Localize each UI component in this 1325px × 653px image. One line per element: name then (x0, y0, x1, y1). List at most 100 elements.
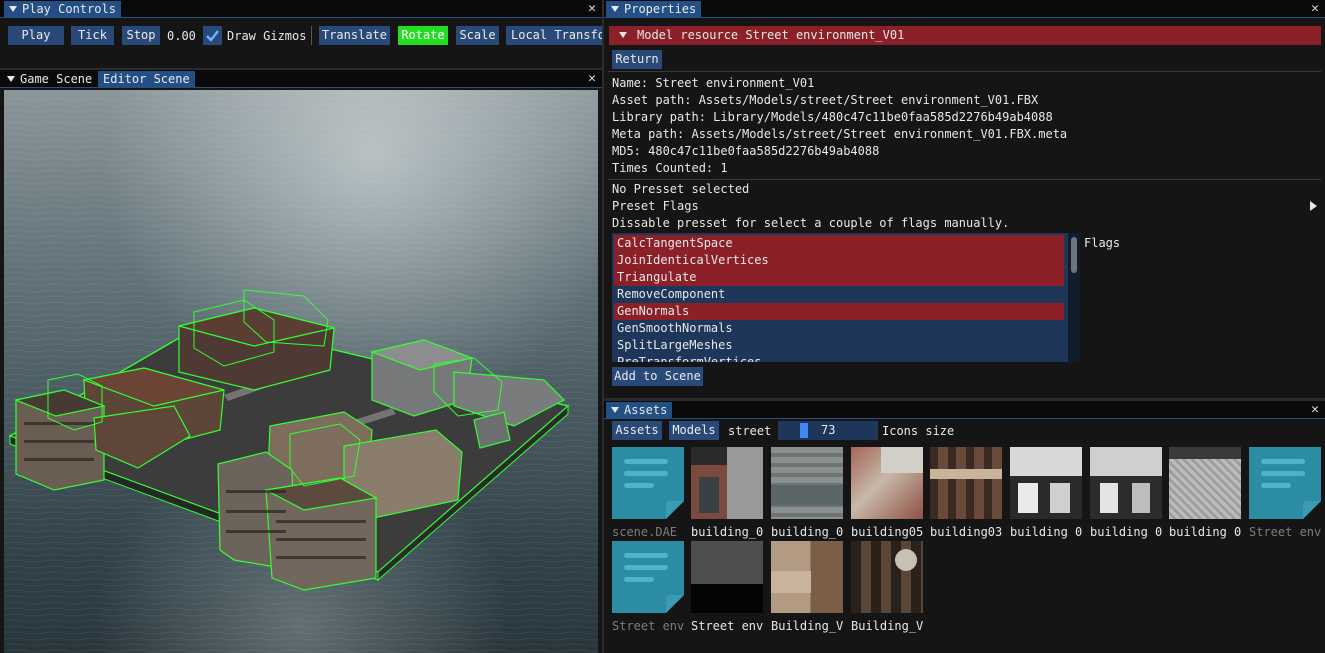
add-to-scene-button[interactable]: Add to Scene (612, 367, 703, 386)
asset-label: building03 (930, 525, 1003, 539)
play-button[interactable]: Play (8, 26, 64, 45)
asset-item[interactable]: Street env (1249, 447, 1325, 541)
breadcrumb-street: street (728, 424, 772, 438)
icon-size-slider-grab[interactable] (800, 423, 808, 438)
asset-item[interactable]: Building_V (851, 541, 929, 635)
texture-detail (771, 571, 811, 593)
model-resource-title: Model resource Street environment_V01 (637, 28, 905, 42)
texture-detail (771, 485, 843, 505)
flag-item[interactable]: PreTransformVertices (614, 354, 1064, 362)
horizontal-splitter[interactable] (604, 398, 1325, 401)
texture-detail (691, 447, 727, 465)
close-icon[interactable]: ✕ (1311, 401, 1319, 418)
tick-button[interactable]: Tick (71, 26, 114, 45)
draw-gizmos-label: Draw Gizmos (227, 29, 307, 43)
assets-tab[interactable]: Assets (606, 402, 673, 419)
icon-size-slider[interactable]: 73 (778, 421, 878, 440)
translate-button[interactable]: Translate (319, 26, 390, 45)
document-icon (612, 541, 684, 613)
asset-label: Street env (1249, 525, 1322, 539)
flag-item[interactable]: Triangulate (614, 269, 1064, 286)
play-controls-title: Play Controls (22, 2, 116, 16)
asset-label: building 0 (1010, 525, 1083, 539)
flags-scrollbar-thumb[interactable] (1071, 237, 1077, 273)
texture-thumbnail (1169, 447, 1241, 519)
flag-item[interactable]: JoinIdenticalVertices (614, 252, 1064, 269)
asset-item[interactable]: building05 (851, 447, 929, 541)
scene-panel: Game Scene Editor Scene ✕ (0, 70, 602, 653)
preset-flags-row[interactable]: Preset Flags (604, 197, 1325, 214)
texture-thumbnail (851, 447, 923, 519)
asset-label: building_0 (691, 525, 764, 539)
asset-item[interactable]: building_0 (691, 447, 769, 541)
asset-item[interactable]: building 0 (1169, 447, 1247, 541)
local-transform-button[interactable]: Local Transfo (506, 26, 602, 45)
collapse-arrow-icon[interactable] (611, 407, 619, 413)
close-icon[interactable]: ✕ (588, 0, 596, 17)
breadcrumb-assets[interactable]: Assets (612, 421, 662, 440)
scale-button[interactable]: Scale (456, 26, 499, 45)
document-icon (612, 447, 684, 519)
tab-editor-scene[interactable]: Editor Scene (98, 71, 195, 88)
separator (608, 71, 1321, 72)
texture-thumbnail (691, 447, 763, 519)
asset-label: Building_V (771, 619, 844, 633)
flag-item[interactable]: SplitLargeMeshes (614, 337, 1064, 354)
expand-arrow-icon[interactable] (1310, 201, 1317, 211)
asset-item[interactable]: Street env (691, 541, 769, 635)
tab-game-scene[interactable]: Game Scene (2, 71, 97, 88)
asset-item[interactable]: building03 (930, 447, 1008, 541)
properties-title: Properties (624, 2, 697, 16)
asset-item[interactable]: building 0 (1090, 447, 1168, 541)
horizontal-splitter[interactable] (0, 68, 602, 70)
dissable-preset-hint: Dissable presset for select a couple of … (612, 216, 1010, 230)
assets-title: Assets (624, 403, 668, 417)
info-meta-path: Meta path: Assets/Models/street/Street e… (612, 127, 1068, 141)
asset-item[interactable]: building_0 (771, 447, 849, 541)
editor-viewport[interactable] (4, 90, 598, 653)
asset-item[interactable]: building 0 (1010, 447, 1088, 541)
info-asset-path: Asset path: Assets/Models/street/Street … (612, 93, 1039, 107)
texture-thumbnail (851, 541, 923, 613)
asset-item[interactable]: scene.DAE (612, 447, 690, 541)
texture-thumbnail (930, 447, 1002, 519)
flags-listbox[interactable]: CalcTangentSpace JoinIdenticalVertices T… (612, 233, 1080, 362)
flag-item[interactable]: CalcTangentSpace (614, 235, 1064, 252)
flag-item[interactable]: GenNormals (614, 303, 1064, 320)
collapse-arrow-icon[interactable] (7, 76, 15, 82)
collapse-arrow-icon[interactable] (611, 6, 619, 12)
asset-item[interactable]: Building_V (771, 541, 849, 635)
time-readout: 0.00 (167, 29, 196, 43)
texture-thumbnail (1010, 447, 1082, 519)
vertical-splitter[interactable] (602, 0, 604, 653)
flag-item[interactable]: GenSmoothNormals (614, 320, 1064, 337)
info-md5: MD5: 480c47c11be0faa585d2276b49ab4088 (612, 144, 880, 158)
model-resource-header[interactable]: Model resource Street environment_V01 (609, 26, 1321, 45)
play-controls-tab[interactable]: Play Controls (4, 1, 121, 18)
asset-item[interactable]: Street env (612, 541, 690, 635)
assets-titlebar: Assets ✕ (604, 401, 1325, 419)
flags-scrollbar[interactable] (1068, 233, 1080, 362)
stop-button[interactable]: Stop (122, 26, 160, 45)
flag-item[interactable]: RemoveComponent (614, 286, 1064, 303)
texture-detail (881, 447, 923, 473)
collapse-arrow-icon[interactable] (619, 32, 627, 38)
separator (608, 179, 1321, 180)
breadcrumb-models[interactable]: Models (669, 421, 719, 440)
asset-label: building 0 (1090, 525, 1163, 539)
toolbar-divider (311, 26, 312, 45)
asset-label: building_0 (771, 525, 844, 539)
collapse-arrow-icon[interactable] (9, 6, 17, 12)
close-icon[interactable]: ✕ (1311, 0, 1319, 17)
draw-gizmos-checkbox[interactable] (203, 26, 222, 45)
assets-panel: Assets ✕ Assets Models street 73 Icons s… (604, 401, 1325, 653)
properties-tab[interactable]: Properties (606, 1, 702, 18)
info-times-counted: Times Counted: 1 (612, 161, 728, 175)
rotate-button[interactable]: Rotate (398, 26, 448, 45)
play-controls-titlebar: Play Controls ✕ (0, 0, 602, 18)
asset-label: building 0 (1169, 525, 1242, 539)
close-icon[interactable]: ✕ (588, 70, 596, 87)
return-button[interactable]: Return (612, 50, 662, 69)
icon-size-value: 73 (821, 423, 836, 437)
texture-detail (895, 549, 917, 571)
